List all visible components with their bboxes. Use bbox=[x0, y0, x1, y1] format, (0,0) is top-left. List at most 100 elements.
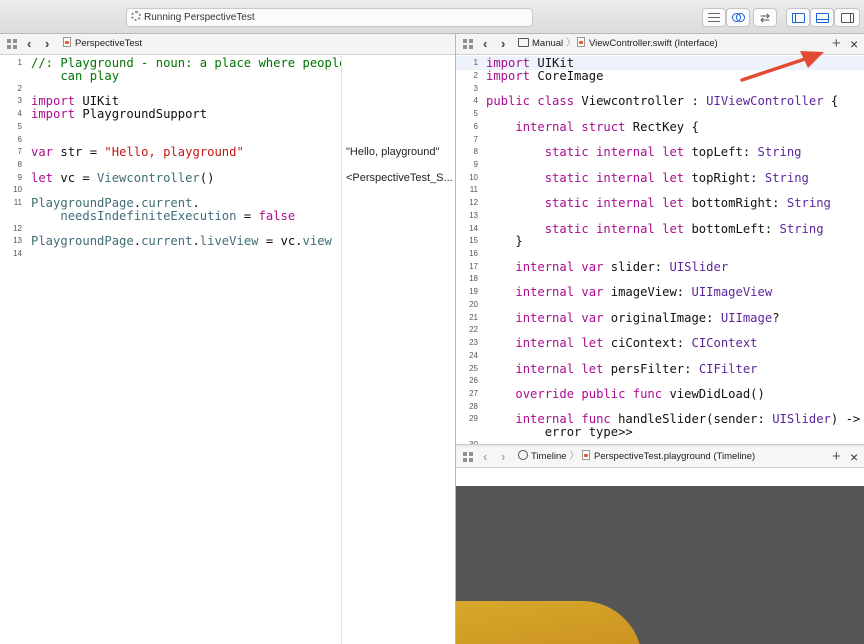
line-number: 23 bbox=[469, 338, 478, 347]
code-line: needsIndefiniteExecution = false bbox=[60, 209, 296, 223]
activity-text: Running PerspectiveTest bbox=[144, 12, 255, 23]
assistant-rings-icon bbox=[731, 12, 745, 23]
code-line: static internal let bottomLeft: String bbox=[544, 222, 824, 236]
line-number: 29 bbox=[469, 414, 478, 423]
line-number: 20 bbox=[469, 300, 478, 309]
forward-chevron-icon[interactable]: › bbox=[501, 447, 505, 467]
left-source-editor[interactable]: 1 //: Playground - noun: a place where pe… bbox=[0, 56, 346, 644]
line-number: 7 bbox=[473, 135, 478, 144]
line-number: 25 bbox=[469, 364, 478, 373]
code-line: let vc = Viewcontroller() bbox=[31, 171, 215, 185]
interface-file-crumb[interactable]: ViewController.swift (Interface) bbox=[577, 34, 718, 54]
code-line: static internal let topRight: String bbox=[544, 171, 809, 185]
result-value[interactable]: "Hello, playground" bbox=[346, 146, 439, 158]
code-line: static internal let topLeft: String bbox=[544, 145, 802, 159]
back-chevron-icon[interactable]: ‹ bbox=[483, 34, 487, 54]
line-number: 2 bbox=[17, 84, 22, 93]
code-line: static internal let bottomRight: String bbox=[544, 196, 831, 210]
line-number: 28 bbox=[469, 402, 478, 411]
line-number: 3 bbox=[473, 84, 478, 93]
left-file-crumb[interactable]: PerspectiveTest bbox=[63, 34, 142, 54]
code-line: internal func handleSlider(sender: UISli… bbox=[515, 412, 861, 426]
add-timeline-icon[interactable]: + bbox=[832, 447, 841, 467]
line-number: 22 bbox=[469, 325, 478, 334]
code-line: internal struct RectKey { bbox=[515, 120, 699, 134]
code-line: internal var slider: UISlider bbox=[515, 260, 729, 274]
line-number: 2 bbox=[473, 71, 478, 80]
line-number: 11 bbox=[469, 185, 478, 194]
code-line: import UIKit bbox=[486, 56, 575, 70]
manual-crumb[interactable]: Manual 〉 bbox=[518, 34, 579, 54]
back-chevron-icon[interactable]: ‹ bbox=[27, 34, 31, 54]
line-number: 19 bbox=[469, 287, 478, 296]
line-number: 13 bbox=[469, 211, 478, 220]
code-line: public class Viewcontroller : UIViewCont… bbox=[486, 94, 839, 108]
right-jump-bar: ‹ › Manual 〉 ViewController.swift (Interf… bbox=[456, 34, 864, 55]
playground-file-icon bbox=[63, 37, 71, 47]
code-line: error type>> bbox=[486, 425, 633, 439]
toggle-utilities-button[interactable] bbox=[834, 8, 860, 27]
code-line: import CoreImage bbox=[486, 69, 604, 83]
back-chevron-icon[interactable]: ‹ bbox=[483, 447, 487, 467]
live-view[interactable] bbox=[456, 486, 864, 644]
code-line: internal var originalImage: UIImage? bbox=[515, 311, 780, 325]
crumb-separator-icon: 〉 bbox=[569, 451, 580, 462]
left-panel-icon bbox=[791, 12, 805, 23]
timeline-clock-icon bbox=[518, 450, 528, 460]
line-number: 7 bbox=[17, 147, 22, 156]
left-file-name: PerspectiveTest bbox=[75, 38, 143, 49]
code-line: PlaygroundPage.current. bbox=[31, 196, 200, 210]
line-number: 9 bbox=[473, 160, 478, 169]
close-timeline-icon[interactable]: × bbox=[850, 447, 858, 467]
forward-chevron-icon[interactable]: › bbox=[45, 34, 49, 54]
line-number: 3 bbox=[17, 96, 22, 105]
code-line: internal let ciContext: CIContext bbox=[515, 336, 758, 350]
line-number: 18 bbox=[469, 274, 478, 283]
standard-editor-button[interactable] bbox=[702, 8, 726, 27]
line-number: 5 bbox=[473, 109, 478, 118]
code-line: can play bbox=[31, 69, 120, 83]
swift-file-icon bbox=[577, 37, 585, 47]
line-number: 10 bbox=[469, 173, 478, 182]
code-line: internal let persFilter: CIFilter bbox=[515, 362, 758, 376]
timeline-file-crumb[interactable]: PerspectiveTest.playground (Timeline) bbox=[582, 447, 755, 467]
code-line: var str = "Hello, playground" bbox=[31, 145, 244, 159]
code-line: internal var imageView: UIImageView bbox=[515, 285, 773, 299]
line-number: 17 bbox=[469, 262, 478, 271]
toggle-debug-area-button[interactable] bbox=[810, 8, 834, 27]
result-value[interactable]: <PerspectiveTest_S... bbox=[346, 172, 453, 184]
line-number: 12 bbox=[469, 198, 478, 207]
line-number: 27 bbox=[469, 389, 478, 398]
live-view-image-chair bbox=[456, 601, 642, 644]
line-number: 15 bbox=[469, 236, 478, 245]
code-line: import PlaygroundSupport bbox=[31, 107, 208, 121]
crumb-separator-icon: 〉 bbox=[566, 38, 576, 49]
line-number: 21 bbox=[469, 313, 478, 322]
bottom-panel-icon bbox=[815, 12, 829, 23]
line-number: 11 bbox=[13, 198, 22, 207]
results-sidebar: "Hello, playground" <PerspectiveTest_S... bbox=[341, 56, 455, 644]
timeline-file-label: PerspectiveTest.playground (Timeline) bbox=[594, 451, 756, 462]
line-number: 1 bbox=[17, 58, 22, 67]
add-editor-icon[interactable]: + bbox=[832, 34, 841, 54]
assistant-editor-button[interactable] bbox=[726, 8, 750, 27]
swap-arrows-icon: ⇄ bbox=[759, 10, 771, 25]
related-items-grid-icon[interactable] bbox=[7, 39, 17, 49]
line-number: 6 bbox=[473, 122, 478, 131]
line-number: 4 bbox=[17, 109, 22, 118]
toggle-navigator-button[interactable] bbox=[786, 8, 810, 27]
close-editor-icon[interactable]: × bbox=[850, 34, 858, 54]
timeline-crumb[interactable]: Timeline 〉 bbox=[518, 447, 582, 467]
right-source-editor[interactable]: 1 import UIKit 2 import CoreImage 3 4 public c… bbox=[456, 56, 864, 444]
manual-crumb-label: Manual bbox=[532, 38, 564, 49]
lines-icon bbox=[708, 13, 720, 22]
line-number: 6 bbox=[17, 135, 22, 144]
related-items-grid-icon[interactable] bbox=[463, 39, 473, 49]
line-number: 12 bbox=[13, 224, 22, 233]
version-editor-button[interactable]: ⇄ bbox=[753, 8, 777, 27]
forward-chevron-icon[interactable]: › bbox=[501, 34, 505, 54]
line-number: 9 bbox=[17, 173, 22, 182]
line-number: 8 bbox=[473, 147, 478, 156]
timeline-crumb-label: Timeline bbox=[531, 451, 567, 462]
related-items-grid-icon[interactable] bbox=[463, 452, 473, 462]
